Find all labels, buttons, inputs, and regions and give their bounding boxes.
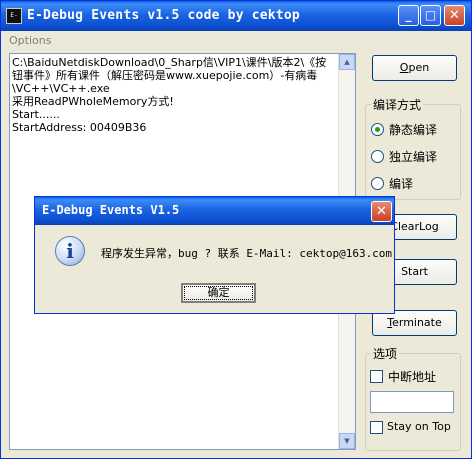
dialog-close-button[interactable]: ✕	[371, 201, 392, 222]
dialog-message: 程序发生异常，bug ? 联系 E-Mail: cektop@163.com	[101, 247, 393, 260]
app-icon: E-Debug	[6, 8, 22, 24]
close-button[interactable]: ✕	[444, 5, 465, 26]
stay-on-top-label: Stay on Top	[387, 420, 451, 433]
radio-compile[interactable]	[371, 177, 384, 190]
log-line: 钮事件》所有课件（解压密码是www.xuepojie.com）-有病毒	[12, 69, 318, 82]
interrupt-address-label: 中断地址	[388, 370, 437, 384]
minimize-button[interactable]: _	[398, 5, 419, 26]
dialog-ok-button[interactable]: 确定	[181, 283, 256, 303]
window-title: E-Debug Events v1.5 code by cektop	[27, 8, 300, 23]
error-dialog: E-Debug Events V1.5 ✕ i 程序发生异常，bug ? 联系 …	[34, 196, 395, 314]
radio-static-compile-label: 静态编译	[389, 123, 438, 137]
checkbox-stay-on-top[interactable]	[370, 421, 383, 434]
menu-bar: Options	[1, 31, 471, 49]
title-bar[interactable]: E-Debug E-Debug Events v1.5 code by cekt…	[1, 1, 471, 31]
compile-mode-label: 编译方式	[371, 96, 424, 113]
dialog-title: E-Debug Events V1.5	[42, 203, 180, 217]
terminate-button-label: erminate	[392, 316, 442, 329]
scroll-down-icon[interactable]: ▼	[339, 433, 355, 449]
open-button-label: pen	[408, 61, 430, 74]
options-group-label: 选项	[371, 345, 400, 362]
options-group: 选项 中断地址 Stay on Top	[365, 345, 461, 451]
radio-independent-compile[interactable]	[371, 150, 384, 163]
open-button[interactable]: Open	[372, 55, 457, 81]
log-line: C:\BaiduNetdiskDownload\0_Sharp信\VIP1\课件…	[12, 56, 327, 69]
dialog-title-bar[interactable]: E-Debug Events V1.5 ✕	[35, 197, 394, 225]
maximize-button[interactable]: □	[420, 5, 441, 26]
radio-compile-label: 编译	[389, 177, 414, 191]
log-line: 采用ReadPWholeMemory方式!	[12, 95, 174, 108]
interrupt-address-input[interactable]	[370, 391, 454, 413]
log-line: StartAddress: 00409B36	[12, 121, 147, 134]
menu-options[interactable]: Options	[9, 34, 51, 47]
log-line: \VC++\VC++.exe	[12, 82, 110, 95]
scroll-up-icon[interactable]: ▲	[339, 54, 355, 70]
log-line: Start......	[12, 108, 60, 121]
log-lines: C:\BaiduNetdiskDownload\0_Sharp信\VIP1\课件…	[12, 56, 337, 134]
radio-static-compile[interactable]	[371, 123, 384, 136]
checkbox-interrupt-address[interactable]	[370, 370, 383, 383]
info-icon: i	[55, 236, 85, 266]
compile-mode-group: 编译方式 静态编译 独立编译 编译	[365, 96, 461, 200]
radio-independent-compile-label: 独立编译	[389, 150, 438, 164]
